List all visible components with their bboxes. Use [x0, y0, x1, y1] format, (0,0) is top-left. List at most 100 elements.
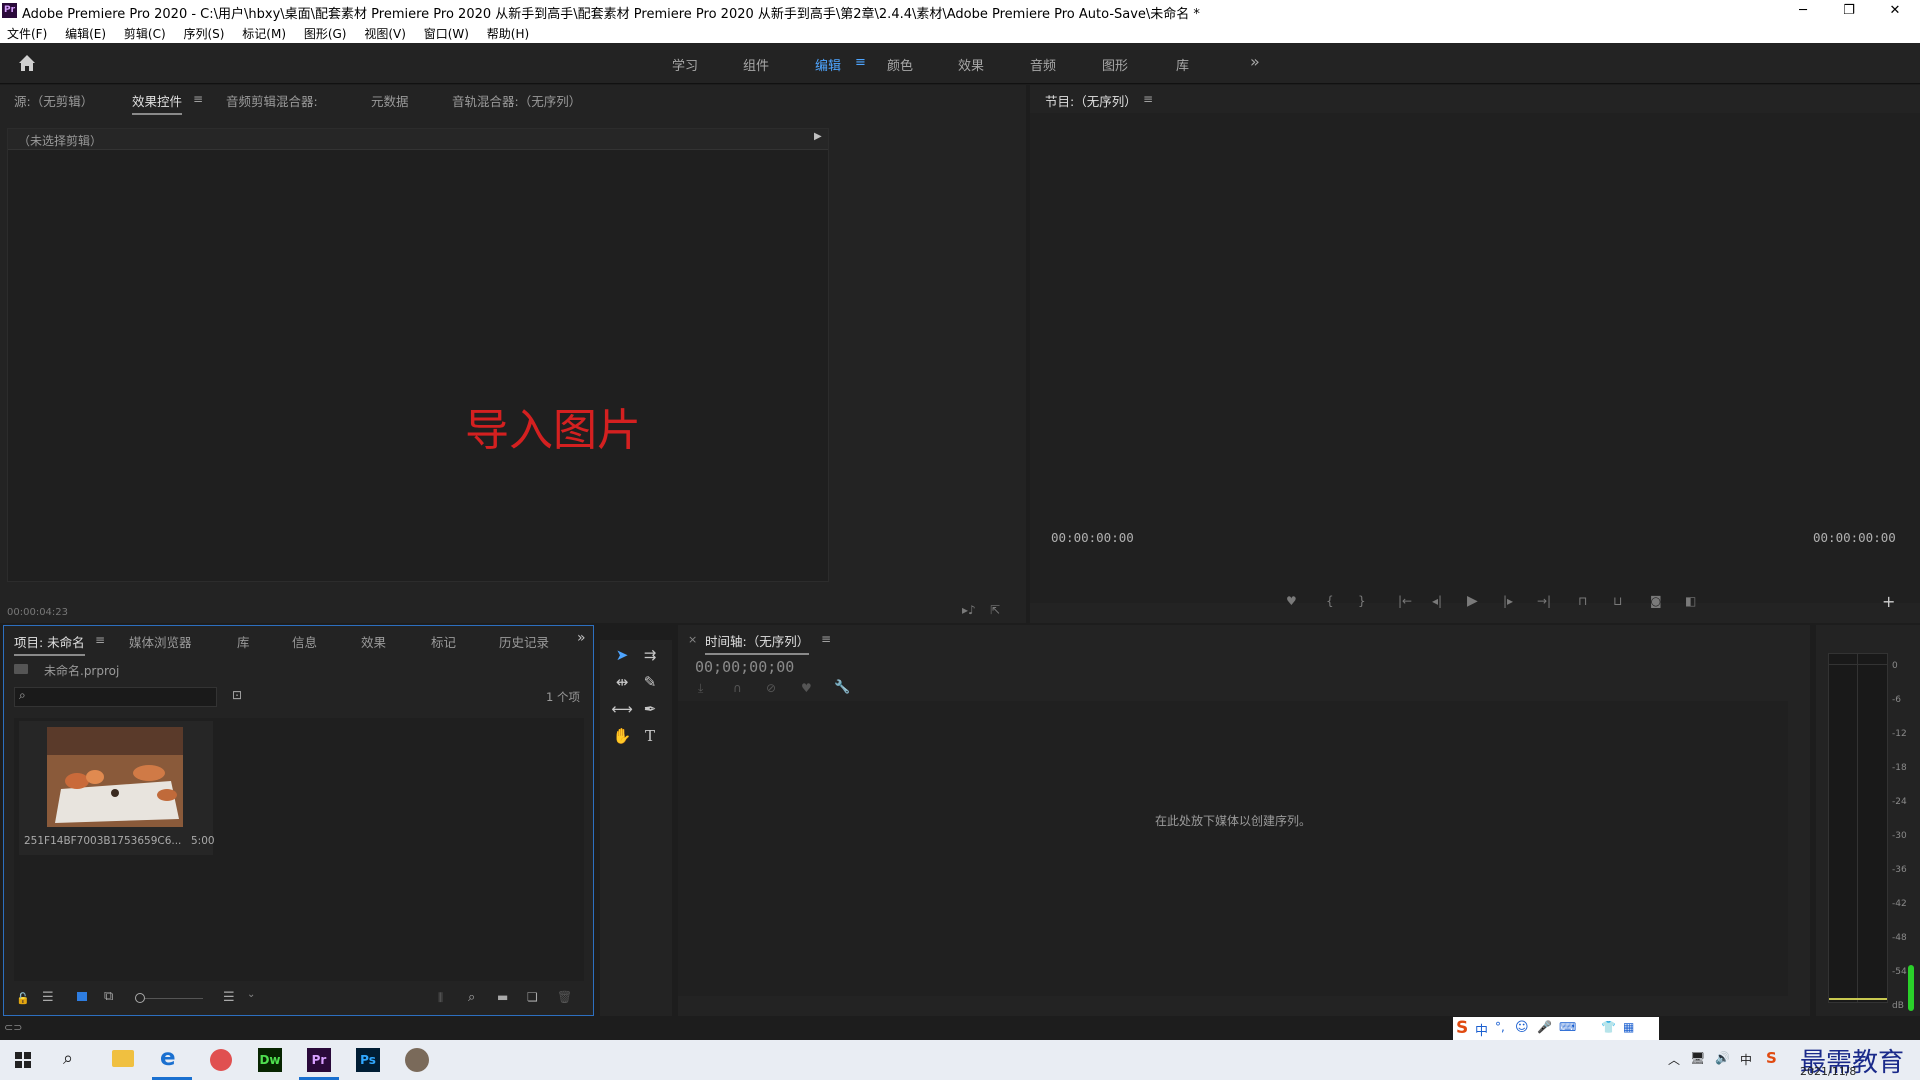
mark-in-icon[interactable]: { [1326, 594, 1334, 608]
filter-audio-icon[interactable]: ▸♪ [962, 603, 976, 617]
menu-sequence[interactable]: 序列(S) [176, 22, 231, 42]
search-icon[interactable]: ⌕ [63, 1048, 73, 1069]
panel-menu-icon[interactable]: ≡ [95, 633, 105, 647]
play-triangle-icon[interactable]: ▶ [814, 131, 822, 142]
freeform-view-icon[interactable]: ⧉ [104, 989, 113, 1004]
track-select-tool-icon[interactable]: ⇉ [639, 644, 661, 666]
lift-icon[interactable]: ⊓ [1578, 594, 1587, 608]
button-editor-plus-icon[interactable]: + [1882, 592, 1895, 611]
timeline-drop-area[interactable]: 在此处放下媒体以创建序列。 [678, 701, 1788, 996]
slip-tool-icon[interactable]: ⟷ [611, 698, 633, 720]
tab-audio-clip-mixer[interactable]: 音频剪辑混合器: [226, 91, 318, 110]
close-icon[interactable]: × [688, 633, 697, 646]
tab-markers[interactable]: 标记 [431, 632, 456, 651]
panel-overflow-icon[interactable]: » [577, 630, 586, 646]
edge-browser-icon[interactable]: e [160, 1045, 176, 1071]
pen-tool-icon[interactable]: ✒ [639, 698, 661, 720]
sync-icon[interactable]: ⊂⊃ [4, 1021, 22, 1034]
linked-selection-icon[interactable]: ⊘ [766, 681, 776, 695]
menu-edit[interactable]: 编辑(E) [58, 22, 113, 42]
comparison-view-icon[interactable]: ◧ [1685, 594, 1696, 608]
new-item-icon[interactable]: ❏ [527, 990, 538, 1004]
workspace-tab-color[interactable]: 颜色 [887, 55, 913, 74]
user-app-icon[interactable] [405, 1048, 429, 1072]
home-icon[interactable] [16, 52, 38, 74]
meter-scrollbar[interactable] [1908, 965, 1914, 1011]
menu-help[interactable]: 帮助(H) [480, 22, 536, 42]
step-forward-icon[interactable]: |▸ [1503, 594, 1513, 608]
workspace-menu-icon[interactable]: ≡ [855, 55, 866, 70]
volume-icon[interactable]: 🔊 [1715, 1051, 1730, 1065]
extract-icon[interactable]: ⊔ [1613, 594, 1622, 608]
list-view-icon[interactable]: ☰ [42, 990, 54, 1005]
menu-file[interactable]: 文件(F) [0, 22, 54, 42]
workspace-tab-editing[interactable]: 编辑 [815, 55, 841, 74]
ime-voice-icon[interactable]: 🎤 [1537, 1020, 1552, 1034]
sort-icon[interactable]: ☰ [223, 990, 235, 1005]
menu-view[interactable]: 视图(V) [357, 22, 413, 42]
timeline-title[interactable]: 时间轴:（无序列） [705, 631, 810, 655]
tab-project[interactable]: 项目: 未命名 [14, 632, 85, 656]
close-button[interactable]: ✕ [1872, 0, 1918, 22]
tab-source[interactable]: 源:（无剪辑） [14, 91, 93, 110]
type-tool-icon[interactable]: T [639, 725, 661, 747]
tab-metadata[interactable]: 元数据 [371, 91, 409, 110]
add-marker-icon[interactable]: ♥ [1286, 594, 1297, 608]
clip-thumbnail-image[interactable] [47, 727, 183, 827]
razor-tool-icon[interactable]: ✎ [639, 671, 661, 693]
tab-info[interactable]: 信息 [292, 632, 317, 651]
tab-audio-track-mixer[interactable]: 音轨混合器:（无序列） [452, 91, 581, 110]
workspace-tab-learn[interactable]: 学习 [672, 55, 698, 74]
ime-toolbox-icon[interactable]: ▦ [1623, 1020, 1634, 1034]
zoom-slider-track[interactable] [145, 998, 203, 999]
play-icon[interactable]: ▶ [1467, 593, 1478, 609]
panel-menu-icon[interactable]: ≡ [1143, 92, 1153, 106]
app-icon[interactable] [210, 1049, 232, 1071]
export-frame-icon[interactable]: ⇱ [990, 603, 1000, 617]
add-marker-icon[interactable]: ♥ [801, 681, 812, 695]
automate-sequence-icon[interactable]: ⫼ [438, 991, 443, 1005]
go-to-in-icon[interactable]: |← [1398, 594, 1412, 608]
ime-punctuation-icon[interactable]: °, [1495, 1020, 1505, 1034]
icon-view-icon[interactable] [77, 992, 87, 1001]
wrench-icon[interactable]: 🔧 [834, 680, 850, 695]
zoom-slider-handle[interactable] [135, 993, 145, 1003]
menu-graphics[interactable]: 图形(G) [297, 22, 354, 42]
menu-markers[interactable]: 标记(M) [235, 22, 293, 42]
program-monitor-title[interactable]: 节目:（无序列） [1045, 91, 1137, 115]
ripple-edit-tool-icon[interactable]: ⇹ [611, 671, 633, 693]
tab-media-browser[interactable]: 媒体浏览器 [129, 632, 192, 651]
step-back-icon[interactable]: ◂| [1432, 594, 1442, 608]
project-item-card[interactable]: 251F14BF7003B1753659C6... 5:00 [19, 721, 215, 855]
menu-clip[interactable]: 剪辑(C) [117, 22, 173, 42]
ime-keyboard-icon[interactable]: ⌨ [1559, 1020, 1576, 1034]
timeline-timecode[interactable]: 00;00;00;00 [695, 658, 794, 676]
workspace-tab-libraries[interactable]: 库 [1176, 55, 1189, 74]
file-explorer-icon[interactable] [112, 1050, 134, 1067]
network-icon[interactable]: 🖥 [1690, 1051, 1705, 1065]
panel-menu-icon[interactable]: ≡ [821, 632, 831, 646]
workspace-tab-effects[interactable]: 效果 [958, 55, 984, 74]
tab-effect-controls[interactable]: 效果控件 [132, 91, 183, 115]
panel-menu-icon[interactable]: ≡ [193, 92, 203, 106]
tab-libraries[interactable]: 库 [237, 632, 250, 651]
camera-icon[interactable]: ◙ [1650, 594, 1662, 608]
workspace-overflow-icon[interactable]: » [1250, 52, 1260, 71]
premiere-taskbar-icon[interactable]: Pr [307, 1048, 331, 1072]
tray-chevron-up-icon[interactable]: ︿ [1668, 1051, 1680, 1068]
tab-history[interactable]: 历史记录 [499, 632, 549, 651]
windows-start-icon[interactable] [15, 1052, 31, 1068]
mark-out-icon[interactable]: } [1358, 594, 1366, 608]
sogou-tray-icon[interactable]: S [1766, 1049, 1777, 1067]
hand-tool-icon[interactable]: ✋ [611, 725, 633, 747]
snap-icon[interactable]: ∩ [733, 681, 742, 695]
workspace-tab-graphics[interactable]: 图形 [1102, 55, 1128, 74]
lock-icon[interactable]: 🔓 [16, 992, 30, 1005]
workspace-tab-assembly[interactable]: 组件 [743, 55, 769, 74]
maximize-button[interactable]: ❐ [1826, 0, 1872, 22]
new-bin-icon[interactable]: ▬ [497, 990, 508, 1004]
project-search-field[interactable]: ⌕ [14, 687, 217, 707]
workspace-tab-audio[interactable]: 音频 [1030, 55, 1056, 74]
program-playhead-timecode[interactable]: 00:00:00:00 [1051, 530, 1134, 545]
minimize-button[interactable]: ─ [1780, 0, 1826, 22]
